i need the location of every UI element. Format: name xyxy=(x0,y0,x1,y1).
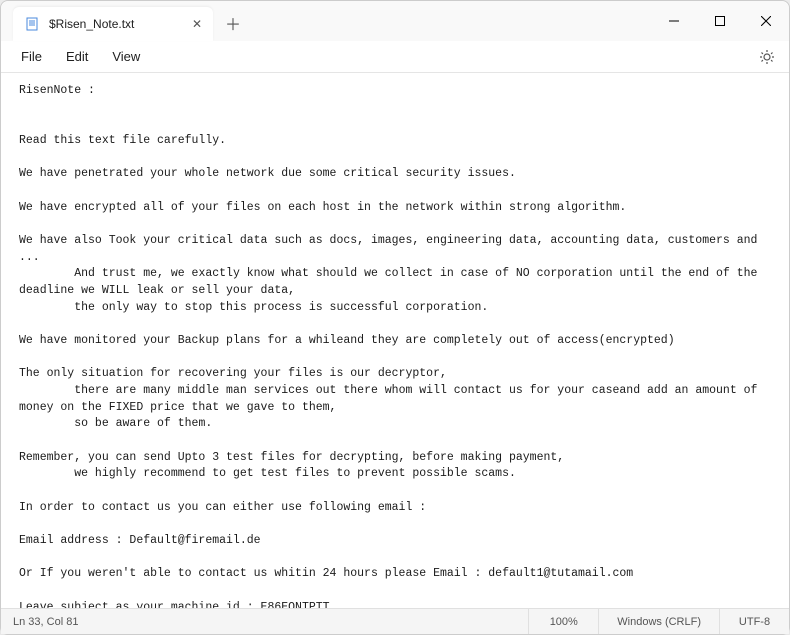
text-line: Read this text file carefully. xyxy=(19,133,771,150)
status-line-ending: Windows (CRLF) xyxy=(598,609,719,634)
text-line xyxy=(19,550,771,567)
tab-active[interactable]: $Risen_Note.txt ✕ xyxy=(13,7,213,41)
statusbar: Ln 33, Col 81 100% Windows (CRLF) UTF-8 xyxy=(1,608,789,634)
text-line xyxy=(19,116,771,133)
gear-icon xyxy=(759,49,775,65)
window-controls xyxy=(651,1,789,41)
status-position: Ln 33, Col 81 xyxy=(1,616,528,628)
text-line: In order to contact us you can either us… xyxy=(19,500,771,517)
text-line xyxy=(19,150,771,167)
new-tab-button[interactable]: ＋ xyxy=(217,7,249,39)
status-zoom[interactable]: 100% xyxy=(528,609,598,634)
text-line: RisenNote : xyxy=(19,83,771,100)
text-line: we highly recommend to get test files to… xyxy=(19,466,771,483)
menu-file[interactable]: File xyxy=(9,45,54,68)
titlebar: $Risen_Note.txt ✕ ＋ xyxy=(1,1,789,41)
text-line: We have encrypted all of your files on e… xyxy=(19,200,771,217)
text-line: We have also Took your critical data suc… xyxy=(19,233,771,266)
text-line xyxy=(19,316,771,333)
text-line: We have monitored your Backup plans for … xyxy=(19,333,771,350)
menubar: File Edit View xyxy=(1,41,789,73)
text-line: Remember, you can send Upto 3 test files… xyxy=(19,450,771,467)
text-line xyxy=(19,583,771,600)
settings-button[interactable] xyxy=(753,43,781,71)
text-line: so be aware of them. xyxy=(19,416,771,433)
text-line xyxy=(19,433,771,450)
text-line: there are many middle man services out t… xyxy=(19,383,771,416)
text-line: The only situation for recovering your f… xyxy=(19,366,771,383)
text-line: We have penetrated your whole network du… xyxy=(19,166,771,183)
minimize-button[interactable] xyxy=(651,5,697,37)
menu-edit[interactable]: Edit xyxy=(54,45,100,68)
text-line: And trust me, we exactly know what shoul… xyxy=(19,266,771,299)
text-line xyxy=(19,516,771,533)
text-editor[interactable]: RisenNote : Read this text file carefull… xyxy=(1,73,789,608)
text-line xyxy=(19,483,771,500)
maximize-button[interactable] xyxy=(697,5,743,37)
close-button[interactable] xyxy=(743,5,789,37)
text-line: Email address : Default@firemail.de xyxy=(19,533,771,550)
notepad-icon xyxy=(25,16,41,32)
text-line: Or If you weren't able to contact us whi… xyxy=(19,566,771,583)
text-line xyxy=(19,216,771,233)
text-line xyxy=(19,183,771,200)
text-line: the only way to stop this process is suc… xyxy=(19,300,771,317)
notepad-window: $Risen_Note.txt ✕ ＋ File Edit View xyxy=(0,0,790,635)
tab-title: $Risen_Note.txt xyxy=(49,17,181,31)
text-line: Leave subject as your machine id : E86EQ… xyxy=(19,600,771,608)
close-tab-icon[interactable]: ✕ xyxy=(189,16,205,32)
status-encoding: UTF-8 xyxy=(719,609,789,634)
text-line xyxy=(19,350,771,367)
text-line xyxy=(19,100,771,117)
menu-view[interactable]: View xyxy=(100,45,152,68)
